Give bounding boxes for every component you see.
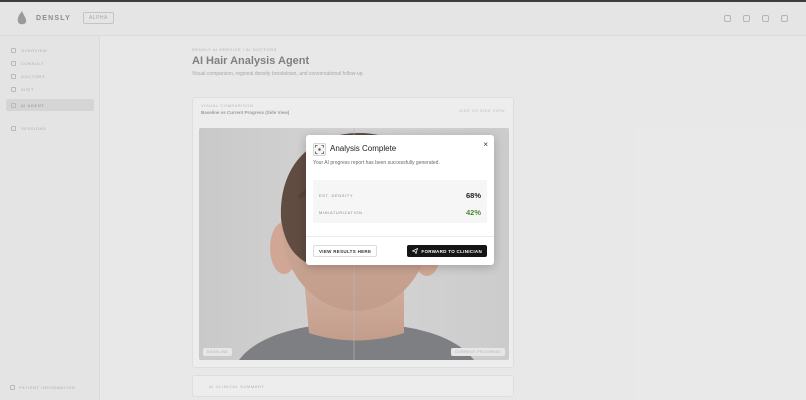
analysis-complete-dialog: × Analysis Complete Your AI progress rep… bbox=[306, 135, 494, 265]
stats-panel: EST. DENSITY 68% MINIATURIZATION 42% bbox=[313, 180, 487, 223]
view-results-button[interactable]: VIEW RESULTS HERE bbox=[313, 245, 378, 257]
stat-label: MINIATURIZATION bbox=[319, 209, 363, 215]
scan-icon bbox=[313, 143, 326, 156]
view-results-label: VIEW RESULTS HERE bbox=[319, 248, 372, 254]
stat-miniaturization: MINIATURIZATION 42% bbox=[319, 206, 481, 218]
stat-density: EST. DENSITY 68% bbox=[319, 189, 481, 201]
close-icon[interactable]: × bbox=[483, 141, 488, 149]
stat-value: 68% bbox=[465, 190, 481, 200]
dialog-title: Analysis Complete bbox=[330, 144, 397, 153]
forward-to-clinician-button[interactable]: FORWARD TO CLINICIAN bbox=[407, 245, 487, 257]
stat-label: EST. DENSITY bbox=[319, 192, 354, 198]
dialog-description: Your AI progress report has been success… bbox=[313, 160, 440, 166]
stat-value: 42% bbox=[465, 207, 481, 217]
forward-label: FORWARD TO CLINICIAN bbox=[421, 248, 482, 254]
send-icon bbox=[412, 248, 419, 254]
dialog-divider bbox=[306, 236, 494, 237]
